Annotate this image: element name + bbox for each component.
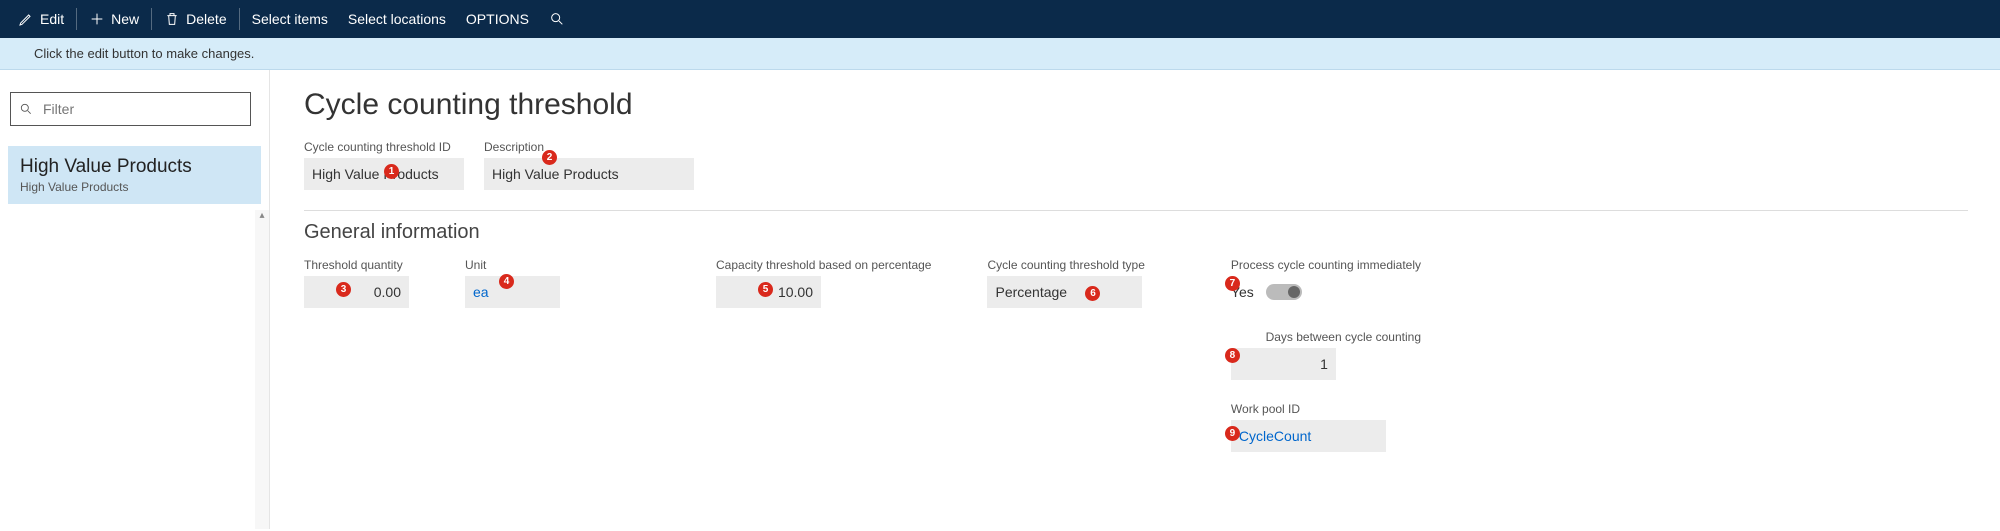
label: Cycle counting threshold type <box>987 258 1144 272</box>
scroll-up-icon[interactable]: ▴ <box>255 210 269 221</box>
field-desc-label: Description <box>484 140 694 154</box>
field-unit: Unit ea 4 <box>465 258 560 308</box>
delete-button[interactable]: Delete <box>154 0 236 38</box>
annotation-badge-8: 8 <box>1225 348 1240 363</box>
field-id-label: Cycle counting threshold ID <box>304 140 464 154</box>
col-unit: Unit ea 4 <box>465 258 560 308</box>
search-button[interactable] <box>539 0 575 38</box>
label: Work pool ID <box>1231 402 1421 416</box>
content: Cycle counting threshold Cycle counting … <box>270 70 2000 529</box>
search-icon <box>19 102 33 116</box>
toggle-switch[interactable] <box>1266 284 1302 300</box>
select-locations-label: Select locations <box>348 11 446 27</box>
annotation-badge-4: 4 <box>499 274 514 289</box>
separator <box>151 8 152 30</box>
label: Unit <box>465 258 560 272</box>
field-work-pool: Work pool ID CycleCount 9 <box>1231 402 1421 452</box>
pencil-icon <box>18 11 34 27</box>
new-button[interactable]: New <box>79 0 149 38</box>
annotation-badge-3: 3 <box>336 282 351 297</box>
new-label: New <box>111 11 139 27</box>
select-items-button[interactable]: Select items <box>242 0 338 38</box>
field-capacity: Capacity threshold based on percentage 1… <box>716 258 931 308</box>
search-icon <box>549 11 565 27</box>
value[interactable]: 0.00 <box>304 276 409 308</box>
sidebar-item-title: High Value Products <box>20 156 249 178</box>
select-items-label: Select items <box>252 11 328 27</box>
field-desc-value[interactable]: High Value Products <box>484 158 694 190</box>
annotation-badge-5: 5 <box>758 282 773 297</box>
field-process-immediate: Process cycle counting immediately Yes 7 <box>1231 258 1421 308</box>
page-title: Cycle counting threshold <box>304 88 1968 122</box>
annotation-badge-1: 1 <box>384 164 399 179</box>
field-days-between: Days between cycle counting 1 8 <box>1231 330 1421 380</box>
toolbar: Edit New Delete Select items Select loca… <box>0 0 2000 38</box>
label: Days between cycle counting <box>1231 330 1421 344</box>
toggle-knob <box>1288 286 1300 298</box>
label: Capacity threshold based on percentage <box>716 258 931 272</box>
sidebar: High Value Products High Value Products … <box>0 70 270 529</box>
options-button[interactable]: OPTIONS <box>456 0 539 38</box>
annotation-badge-7: 7 <box>1225 276 1240 291</box>
field-desc: Description High Value Products 2 <box>484 140 694 190</box>
section-title: General information <box>304 210 1968 244</box>
edit-button[interactable]: Edit <box>8 0 74 38</box>
label: Threshold quantity <box>304 258 409 272</box>
filter-input[interactable] <box>41 100 242 118</box>
info-text: Click the edit button to make changes. <box>34 46 254 61</box>
sidebar-item-sub: High Value Products <box>20 180 249 194</box>
value[interactable]: 1 <box>1231 348 1336 380</box>
separator <box>76 8 77 30</box>
value[interactable]: CycleCount <box>1231 420 1386 452</box>
col-capacity: Capacity threshold based on percentage 1… <box>716 258 931 308</box>
annotation-badge-9: 9 <box>1225 426 1240 441</box>
scrollbar[interactable]: ▴ <box>255 210 269 529</box>
header-fields: Cycle counting threshold ID High Value P… <box>304 140 1968 190</box>
select-locations-button[interactable]: Select locations <box>338 0 456 38</box>
edit-label: Edit <box>40 11 64 27</box>
general-grid: Threshold quantity 0.00 3 Unit ea 4 <box>304 258 1968 452</box>
main: High Value Products High Value Products … <box>0 70 2000 529</box>
field-id: Cycle counting threshold ID High Value P… <box>304 140 464 190</box>
separator <box>239 8 240 30</box>
delete-label: Delete <box>186 11 226 27</box>
col-type: Cycle counting threshold type Percentage… <box>987 258 1144 308</box>
value[interactable]: Percentage <box>987 276 1142 308</box>
col-right: Process cycle counting immediately Yes 7… <box>1231 258 1421 452</box>
trash-icon <box>164 11 180 27</box>
field-type: Cycle counting threshold type Percentage… <box>987 258 1144 308</box>
plus-icon <box>89 11 105 27</box>
options-label: OPTIONS <box>466 11 529 27</box>
field-threshold-qty: Threshold quantity 0.00 3 <box>304 258 409 308</box>
sidebar-item-high-value-products[interactable]: High Value Products High Value Products <box>8 146 261 204</box>
info-bar: Click the edit button to make changes. <box>0 38 2000 70</box>
col-threshold-qty: Threshold quantity 0.00 3 <box>304 258 409 308</box>
label: Process cycle counting immediately <box>1231 258 1421 272</box>
annotation-badge-2: 2 <box>542 150 557 165</box>
filter-box[interactable] <box>10 92 251 126</box>
